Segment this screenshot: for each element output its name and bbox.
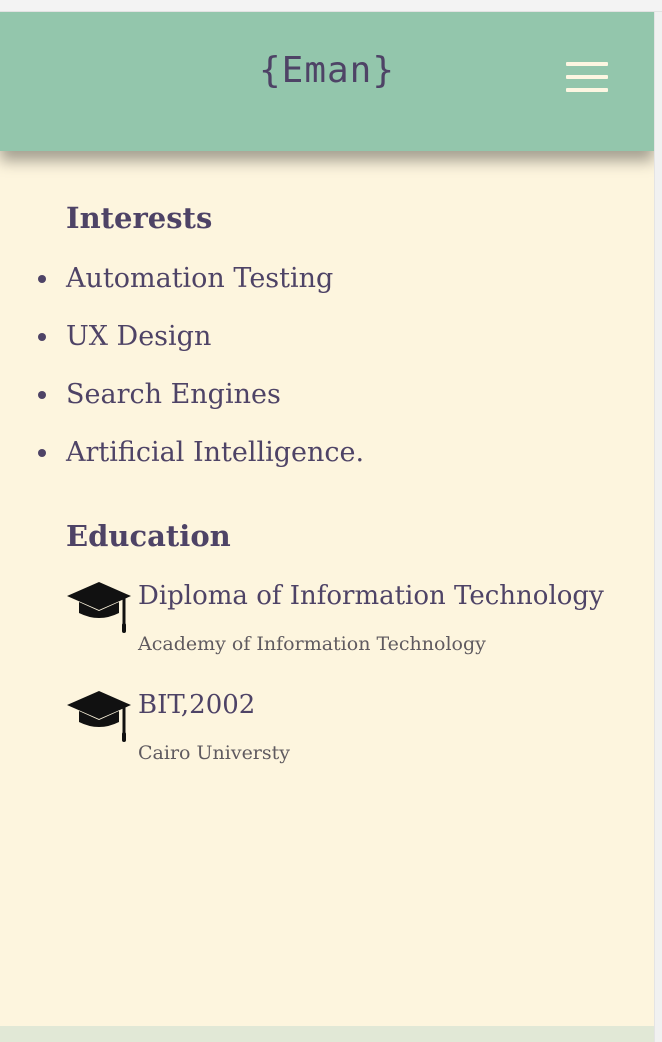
menu-bar-line xyxy=(566,62,608,66)
interest-label: UX Design xyxy=(66,321,212,352)
degree-title: Diploma of Information Technology xyxy=(138,581,604,611)
graduation-cap-icon xyxy=(67,691,131,742)
window-right-edge xyxy=(654,12,662,1042)
page: {Eman} Interests Automation Testing UX D… xyxy=(0,12,654,1042)
footer-band xyxy=(0,1026,654,1042)
school-name: Cairo Universty xyxy=(138,742,291,764)
interest-label: Automation Testing xyxy=(66,263,334,294)
interest-label: Artificial Intelligence. xyxy=(66,437,365,468)
navbar: {Eman} xyxy=(0,12,654,151)
school-name: Academy of Information Technology xyxy=(138,633,486,655)
bullet xyxy=(38,449,46,457)
interest-label: Search Engines xyxy=(66,379,281,410)
browser-top-strip xyxy=(0,0,662,12)
education-entry: BIT,2002 Cairo Universty xyxy=(66,688,646,778)
menu-bar-line xyxy=(566,88,608,92)
graduation-cap-icon xyxy=(67,582,131,633)
menu-bar-line xyxy=(566,75,608,79)
hamburger-menu-icon[interactable] xyxy=(566,62,608,96)
bullet xyxy=(38,275,46,283)
bullet xyxy=(38,391,46,399)
bullet xyxy=(38,333,46,341)
education-title: Education xyxy=(66,519,231,553)
degree-title: BIT,2002 xyxy=(138,690,256,720)
education-entry: Diploma of Information Technology Academ… xyxy=(66,579,646,669)
interests-title: Interests xyxy=(66,201,213,235)
logo[interactable]: {Eman} xyxy=(0,50,654,91)
